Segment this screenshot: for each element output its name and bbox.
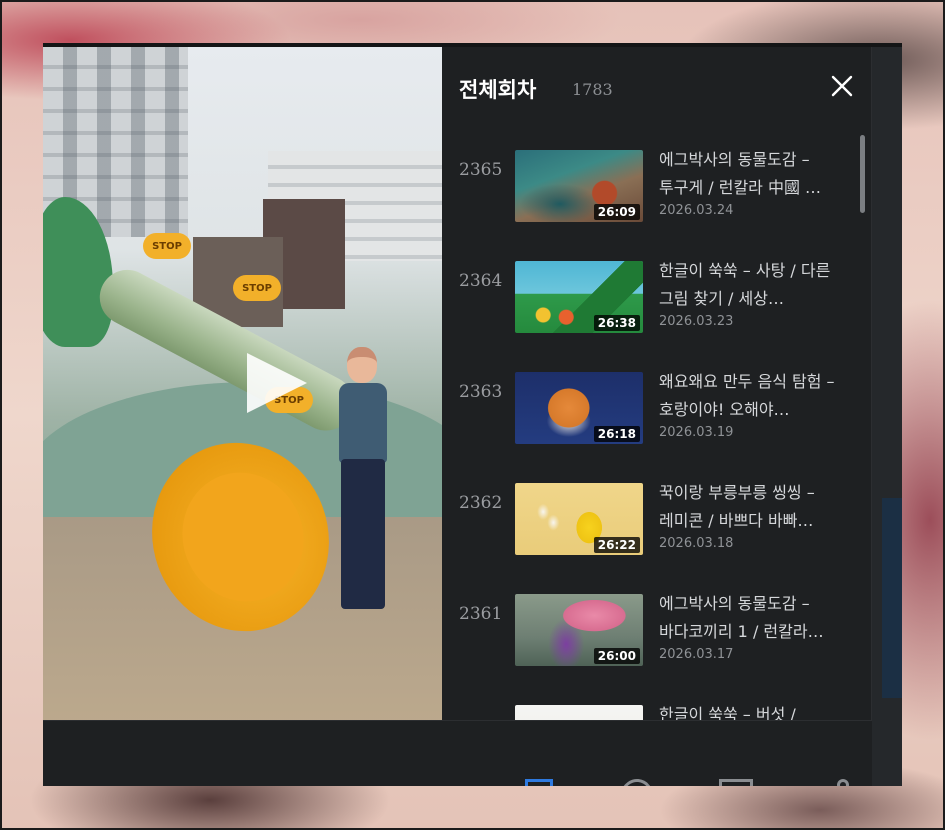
- episode-item[interactable]: 2364 26:38 한글이 쑥쑥 – 사탕 / 다른 그림 찾기 / 세상… …: [442, 243, 862, 354]
- episode-title: 왜요왜요 만두 음식 탐험 – 호랑이야! 오해야…: [659, 372, 835, 419]
- episode-panel: 전체회차 1783 2365 26:09 에그박사의 동물도감 – 투구게 / …: [442, 47, 872, 720]
- close-icon[interactable]: [830, 74, 854, 98]
- episode-date: 2026.03.19: [659, 425, 734, 440]
- episode-item[interactable]: 2365 26:09 에그박사의 동물도감 – 투구게 / 런칼라 中國 … 2…: [442, 132, 862, 243]
- episode-title: 에그박사의 동물도감 – 바다코끼리 1 / 런칼라…: [659, 594, 824, 641]
- episode-number: 2363: [459, 382, 503, 402]
- episode-list-icon[interactable]: [525, 779, 553, 786]
- episode-count: 1783: [572, 80, 613, 99]
- bottom-nav: [43, 721, 872, 786]
- episode-title: 꾹이랑 부릉부릉 씽씽 – 레미콘 / 바쁘다 바빠…: [659, 483, 815, 530]
- episode-date: 2026.03.18: [659, 536, 734, 551]
- episode-title: 에그박사의 동물도감 – 투구게 / 런칼라 中國 …: [659, 150, 822, 197]
- profile-icon[interactable]: [837, 779, 849, 786]
- episode-duration: 26:22: [593, 537, 640, 553]
- episode-thumbnail[interactable]: [515, 705, 643, 720]
- episode-thumbnail[interactable]: 26:38: [515, 261, 643, 333]
- episode-duration: 26:18: [593, 426, 640, 442]
- video-stop-sign: STOP: [143, 233, 191, 259]
- episode-number: 2364: [459, 271, 503, 291]
- player-window: STOP STOP STOP 전체회차 1783 2365 26:09 에그박사…: [43, 43, 902, 786]
- episode-number: 2365: [459, 160, 503, 180]
- episode-duration: 26:38: [593, 315, 640, 331]
- presenter-torso: [339, 383, 387, 463]
- screen-icon[interactable]: [719, 779, 753, 786]
- episode-item[interactable]: 한글이 쑥쑥 – 버섯 /: [442, 687, 862, 720]
- replay-icon[interactable]: [614, 772, 660, 786]
- episode-number: 2362: [459, 493, 503, 513]
- panel-header: 전체회차 1783: [442, 47, 872, 127]
- episode-number: 2361: [459, 604, 503, 624]
- episode-duration: 26:00: [593, 648, 640, 664]
- episode-thumbnail[interactable]: 26:09: [515, 150, 643, 222]
- episode-item[interactable]: 2362 26:22 꾹이랑 부릉부릉 씽씽 – 레미콘 / 바쁘다 바빠… 2…: [442, 465, 862, 576]
- episode-date: 2026.03.23: [659, 314, 734, 329]
- episode-thumbnail[interactable]: 26:22: [515, 483, 643, 555]
- episode-title: 한글이 쑥쑥 – 버섯 /: [659, 705, 796, 720]
- presenter-head: [347, 347, 377, 383]
- video-stop-sign: STOP: [233, 275, 281, 301]
- right-edge-accent: [882, 498, 902, 698]
- episode-title: 한글이 쑥쑥 – 사탕 / 다른 그림 찾기 / 세상…: [659, 261, 831, 308]
- scrollbar-thumb[interactable]: [860, 135, 865, 213]
- episode-item[interactable]: 2361 26:00 에그박사의 동물도감 – 바다코끼리 1 / 런칼라… 2…: [442, 576, 862, 687]
- episode-thumbnail[interactable]: 26:18: [515, 372, 643, 444]
- play-icon[interactable]: [247, 353, 307, 413]
- scrollbar-track[interactable]: [862, 127, 869, 712]
- episode-duration: 26:09: [593, 204, 640, 220]
- video-player[interactable]: STOP STOP STOP: [43, 47, 442, 720]
- presenter-legs: [341, 459, 385, 609]
- episode-thumbnail[interactable]: 26:00: [515, 594, 643, 666]
- panel-title: 전체회차: [459, 78, 537, 102]
- thumbnail-art: [515, 705, 643, 720]
- episode-list: 2365 26:09 에그박사의 동물도감 – 투구게 / 런칼라 中國 … 2…: [442, 132, 862, 720]
- video-presenter: [333, 347, 393, 617]
- episode-item[interactable]: 2363 26:18 왜요왜요 만두 음식 탐험 – 호랑이야! 오해야… 20…: [442, 354, 862, 465]
- episode-date: 2026.03.17: [659, 647, 734, 662]
- episode-date: 2026.03.24: [659, 203, 734, 218]
